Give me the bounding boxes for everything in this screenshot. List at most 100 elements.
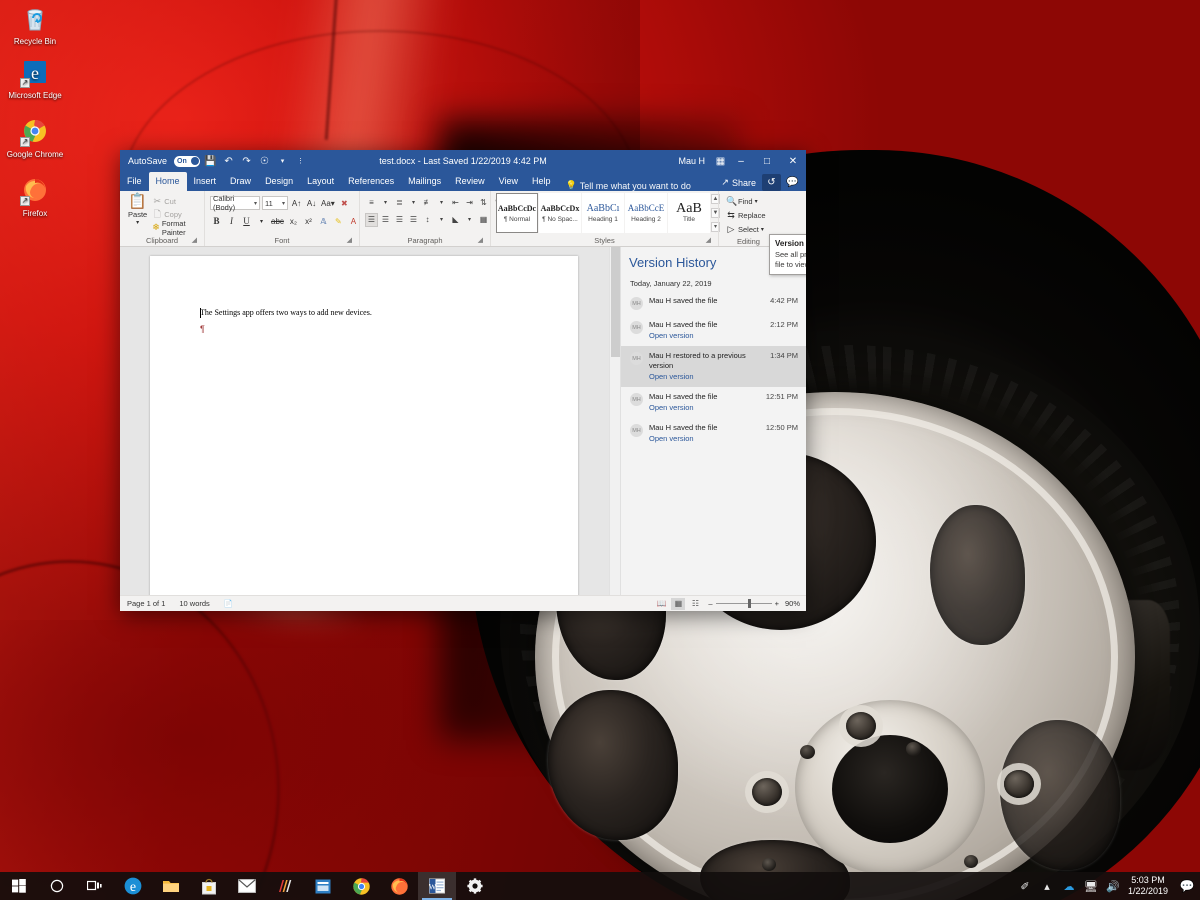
desktop-icon-recycle-bin[interactable]: Recycle Bin xyxy=(0,4,70,46)
tab-layout[interactable]: Layout xyxy=(300,172,341,191)
underline-caret-icon[interactable]: ▾ xyxy=(255,214,268,228)
desktop-icon-firefox[interactable]: ↗ Firefox xyxy=(0,176,70,218)
change-case-button[interactable]: Aa▾ xyxy=(320,196,336,210)
decrease-indent-button[interactable]: ⇤ xyxy=(449,196,462,210)
taskbar-mail[interactable] xyxy=(228,872,266,900)
open-version-link[interactable]: Open version xyxy=(649,433,760,444)
share-button[interactable]: ↗ Share xyxy=(717,174,760,191)
sort-button[interactable]: ⇅ xyxy=(477,196,490,210)
ribbon[interactable]: 📋 Paste ▾ ✂ Cut 🗋 Copy ❄ Format Painter … xyxy=(120,191,806,275)
font-row-bottom[interactable]: B I U ▾ abc x₂ x² 𝔸 ✎ A ▾ xyxy=(210,213,375,229)
open-version-link[interactable]: Open version xyxy=(649,371,764,382)
replace-button[interactable]: ⇆ Replace xyxy=(724,209,768,222)
vertical-scrollbar[interactable] xyxy=(609,247,620,595)
print-layout-icon[interactable]: ▦ xyxy=(671,597,686,610)
tab-help[interactable]: Help xyxy=(525,172,558,191)
style-heading-2[interactable]: AaBbCcE Heading 2 xyxy=(625,193,667,233)
format-painter-button[interactable]: ❄ Format Painter xyxy=(150,219,199,237)
zoom-slider[interactable]: – + xyxy=(705,599,782,608)
numbering-caret-icon[interactable]: ▾ xyxy=(407,196,420,210)
shrink-font-button[interactable]: A↓ xyxy=(305,196,318,210)
line-spacing-button[interactable]: ↕ xyxy=(421,213,434,227)
page-indicator[interactable]: Page 1 of 1 xyxy=(120,599,172,608)
italic-button[interactable]: I xyxy=(225,214,238,228)
open-version-link[interactable]: Open version xyxy=(649,402,760,413)
find-button[interactable]: 🔍 Find ▾ xyxy=(724,195,768,208)
superscript-button[interactable]: x² xyxy=(302,214,315,228)
user-account-name[interactable]: Mau H xyxy=(678,156,713,166)
autosave-toggle[interactable]: On xyxy=(174,155,201,167)
increase-indent-button[interactable]: ⇥ xyxy=(463,196,476,210)
tab-draw[interactable]: Draw xyxy=(223,172,258,191)
open-version-link[interactable]: Open version xyxy=(649,330,764,341)
find-caret-icon[interactable]: ▾ xyxy=(755,198,758,205)
text-effects-icon[interactable]: 𝔸 xyxy=(317,214,330,228)
customize-qat-icon[interactable]: ▾ xyxy=(275,157,290,165)
onedrive-cloud-icon[interactable]: ☁ xyxy=(1058,880,1080,893)
zoom-track[interactable] xyxy=(715,599,772,608)
zoom-in-button[interactable]: + xyxy=(775,599,779,608)
redo-icon[interactable]: ↷ xyxy=(239,156,254,167)
taskbar-chrome[interactable] xyxy=(342,872,380,900)
tab-view[interactable]: View xyxy=(492,172,525,191)
comments-button[interactable]: 💬 xyxy=(783,174,802,191)
touch-mode-icon[interactable]: ☉ xyxy=(257,156,272,167)
read-mode-icon[interactable]: 📖 xyxy=(654,598,668,610)
taskbar-file-explorer[interactable] xyxy=(152,872,190,900)
paragraph-row-bottom[interactable]: ☰ ☰ ☰ ☰ ↕ ▾ ◣ ▾ ▦ ▾ xyxy=(365,212,504,227)
document-body-text[interactable]: The Settings app offers two ways to add … xyxy=(200,308,372,317)
ribbon-tabs[interactable]: File Home Insert Draw Design Layout Refe… xyxy=(120,172,806,191)
desktop-icon-microsoft-edge[interactable]: e ↗ Microsoft Edge xyxy=(0,58,70,100)
bullets-button[interactable]: ≡ xyxy=(365,196,378,210)
font-row-top[interactable]: Calibri (Body) ▾ 11 ▾ A↑ A↓ Aa▾ ✖ xyxy=(210,194,351,212)
desktop-icon-google-chrome[interactable]: ↗ Google Chrome xyxy=(0,117,70,159)
tell-me-search[interactable]: 💡 Tell me what you want to do xyxy=(558,180,691,191)
taskbar-settings[interactable] xyxy=(456,872,494,900)
paragraph-dialog-launcher[interactable]: ◢ xyxy=(478,235,483,246)
taskbar-firefox[interactable] xyxy=(380,872,418,900)
action-center-icon[interactable]: 💬 xyxy=(1176,879,1198,893)
underline-button[interactable]: U xyxy=(240,214,253,228)
select-caret-icon[interactable]: ▾ xyxy=(761,226,764,233)
scrollbar-thumb[interactable] xyxy=(611,247,620,357)
task-view-button[interactable] xyxy=(76,872,114,900)
taskbar-sticky-notes[interactable] xyxy=(304,872,342,900)
align-right-button[interactable]: ☰ xyxy=(393,213,406,227)
styles-dialog-launcher[interactable]: ◢ xyxy=(706,235,711,246)
close-button[interactable]: ✕ xyxy=(780,150,806,172)
clear-formatting-icon[interactable]: ✖ xyxy=(338,196,351,210)
tab-home[interactable]: Home xyxy=(148,172,187,191)
taskbar[interactable]: e W ✐ ▴ ☁ 🖥 🔊 5:03 PM 1/22/2019 💬 xyxy=(0,872,1200,900)
version-history-item[interactable]: MH Mau H restored to a previous version … xyxy=(621,346,806,387)
paste-button[interactable]: 📋 Paste ▾ xyxy=(125,193,150,227)
font-color-icon[interactable]: A xyxy=(347,214,360,228)
paste-caret-icon[interactable]: ▾ xyxy=(136,219,139,226)
clipboard-dialog-launcher[interactable]: ◢ xyxy=(192,235,197,246)
maximize-button[interactable]: □ xyxy=(754,150,780,172)
web-layout-icon[interactable]: ☷ xyxy=(688,598,702,610)
align-center-button[interactable]: ☰ xyxy=(379,213,392,227)
word-window[interactable]: AutoSave On 💾 ↶ ↷ ☉ ▾ ⋮ test.docx - Last… xyxy=(120,150,806,611)
document-page[interactable]: The Settings app offers two ways to add … xyxy=(150,256,578,595)
version-history-item[interactable]: MH Mau H saved the file Open version 2:1… xyxy=(621,315,806,346)
version-history-item[interactable]: MH Mau H saved the file 4:42 PM xyxy=(621,291,806,315)
bullets-caret-icon[interactable]: ▾ xyxy=(379,196,392,210)
shading-button[interactable]: ◣ xyxy=(449,213,462,227)
speaker-icon[interactable]: 🔊 xyxy=(1102,880,1124,893)
justify-button[interactable]: ☰ xyxy=(407,213,420,227)
tab-review[interactable]: Review xyxy=(448,172,492,191)
strikethrough-button[interactable]: abc xyxy=(270,214,285,228)
font-dialog-launcher[interactable]: ◢ xyxy=(347,235,352,246)
multilevel-list-button[interactable]: ≢ xyxy=(421,196,434,210)
subscript-button[interactable]: x₂ xyxy=(287,214,300,228)
version-history-item[interactable]: MH Mau H saved the file Open version 12:… xyxy=(621,387,806,418)
font-name-combo[interactable]: Calibri (Body) ▾ xyxy=(210,194,260,212)
tab-design[interactable]: Design xyxy=(258,172,300,191)
pen-ink-icon[interactable]: ✐ xyxy=(1014,880,1036,893)
network-monitor-icon[interactable]: 🖥 xyxy=(1080,880,1102,893)
taskbar-store[interactable] xyxy=(190,872,228,900)
style-normal[interactable]: AaBbCcDc ¶ Normal xyxy=(496,193,538,233)
taskbar-edge[interactable]: e xyxy=(114,872,152,900)
align-left-button[interactable]: ☰ xyxy=(365,212,378,227)
paragraph-row-top[interactable]: ≡ ▾ ≣ ▾ ≢ ▾ ⇤ ⇥ ⇅ ¶ xyxy=(365,195,504,210)
